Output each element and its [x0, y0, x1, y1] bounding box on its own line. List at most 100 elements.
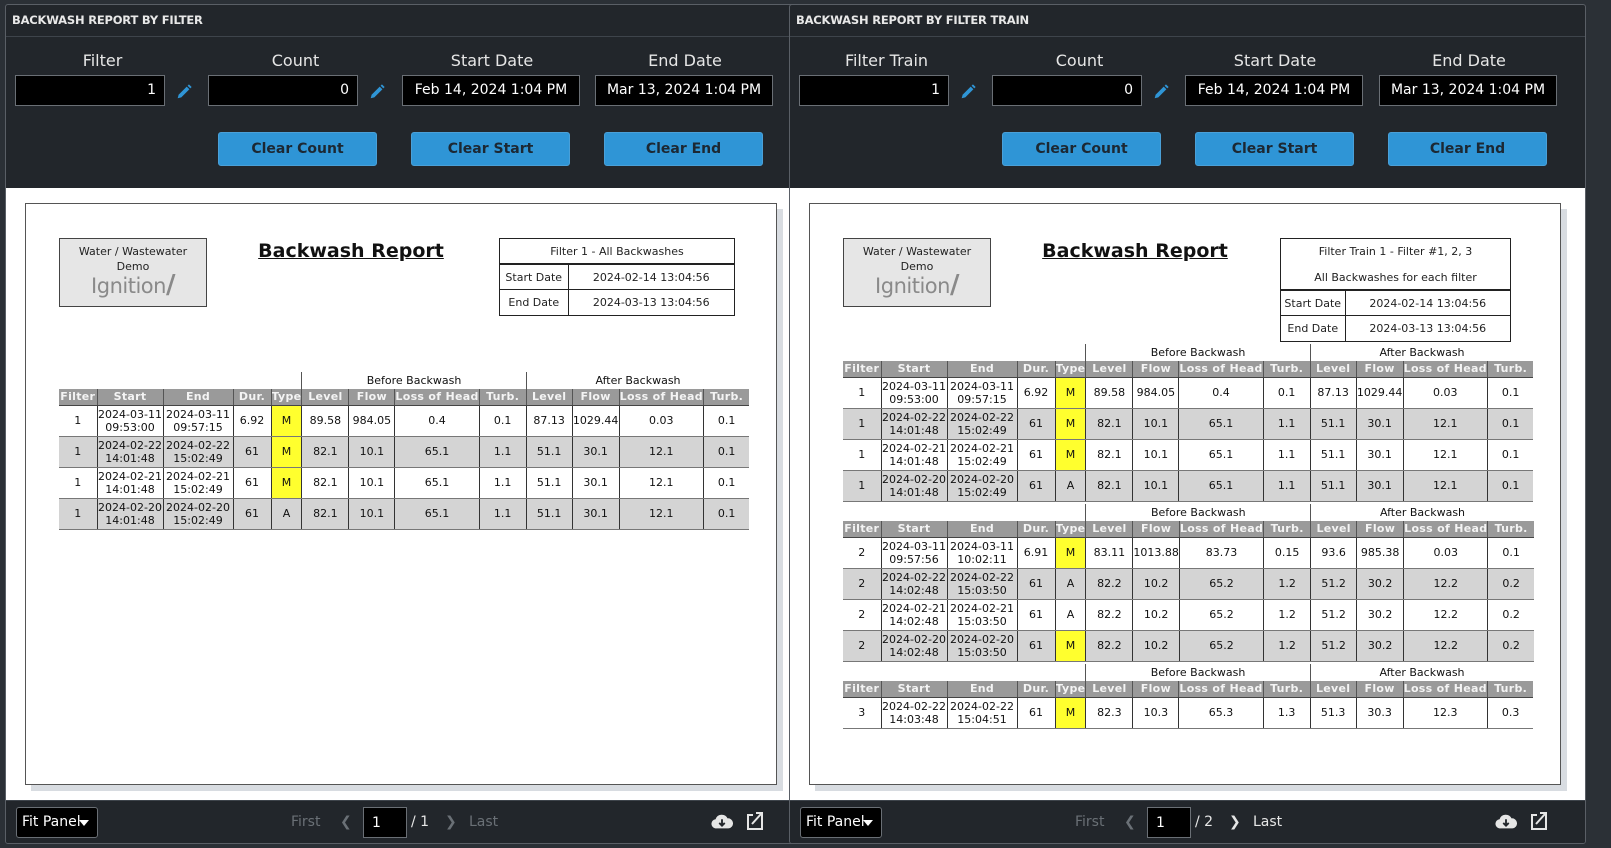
count-input[interactable]: 0	[208, 75, 358, 106]
zoom-mode-dropdown[interactable]: Fit Panel	[800, 807, 882, 838]
open-external-icon[interactable]	[1530, 811, 1548, 831]
count-input[interactable]: 0	[992, 75, 1142, 106]
filter-cell: 2	[843, 537, 881, 569]
clear-count-button[interactable]: Clear Count	[1002, 132, 1161, 166]
end-cell: 2024-03-11 09:57:15	[946, 377, 1017, 409]
start-cell-time: 14:03:48	[889, 712, 939, 726]
page-input[interactable]: 1	[363, 807, 407, 838]
filter-cell: 2	[843, 630, 881, 662]
column-header: Turb.	[1486, 361, 1534, 378]
after-loss-of-head-cell: 0.03	[618, 405, 704, 437]
page-input[interactable]: 1	[1147, 807, 1191, 838]
before-flow-cell: 10.2	[1132, 630, 1180, 662]
filter-cell: 1	[59, 467, 97, 499]
start-date-input[interactable]: Feb 14, 2024 1:04 PM	[402, 75, 580, 106]
open-external-icon[interactable]	[746, 811, 764, 831]
after-turbidity-cell: 0.1	[702, 436, 750, 468]
before-loss-of-head-cell: 65.2	[1178, 599, 1264, 631]
column-header: Turb.	[1487, 521, 1534, 538]
clear-end-button[interactable]: Clear End	[1388, 132, 1547, 166]
end-cell-date: 2024-02-21	[166, 469, 230, 483]
prev-page-icon[interactable]: ❮	[340, 807, 352, 838]
after-loss-of-head-cell: 12.1	[1402, 408, 1488, 440]
table-row: 1 2024-03-11 09:53:00 2024-03-11 09:57:15 6.9…	[59, 405, 750, 437]
filter-train-label: Filter Train	[844, 51, 929, 70]
logo-line2: Demo	[900, 260, 934, 273]
after-loss-of-head-cell: 12.1	[1402, 439, 1488, 471]
table-row: 2 2024-02-21 14:02:48 2024-02-21 15:03:50 61 A…	[843, 599, 1534, 631]
filter-train-input[interactable]: 1	[799, 75, 949, 106]
end-date-value: 2024-03-13 13:04:56	[1344, 315, 1510, 341]
before-flow-cell: 984.05	[1132, 377, 1179, 409]
end-cell: 2024-02-21 15:03:50	[946, 599, 1017, 631]
end-date-input[interactable]: Mar 13, 2024 1:04 PM	[1379, 75, 1557, 106]
start-cell: 2024-03-11 09:53:00	[96, 405, 163, 437]
first-page-button[interactable]: First	[291, 807, 320, 838]
download-icon[interactable]	[1495, 813, 1517, 831]
before-loss-of-head-cell: 0.4	[1178, 377, 1264, 409]
filter-input[interactable]: 1	[15, 75, 165, 106]
end-cell-time: 09:57:15	[173, 420, 223, 434]
before-loss-of-head-cell: 65.2	[1178, 568, 1264, 600]
column-header: Dur.	[1016, 521, 1055, 538]
pencil-icon[interactable]	[959, 83, 977, 101]
before-level-cell: 82.2	[1085, 599, 1133, 631]
download-icon[interactable]	[711, 813, 733, 831]
last-page-button[interactable]: Last	[1253, 807, 1282, 838]
column-header: Level	[1310, 521, 1357, 538]
start-date-input[interactable]: Feb 14, 2024 1:04 PM	[1185, 75, 1363, 106]
after-turbidity-cell: 0.3	[1486, 697, 1534, 729]
page-total: / 2	[1195, 814, 1214, 830]
ignition-logo: Water / Wastewater Demo Ignition/	[843, 238, 991, 307]
after-turbidity-cell: 0.1	[1487, 537, 1534, 569]
clear-count-button[interactable]: Clear Count	[218, 132, 377, 166]
zoom-mode-dropdown[interactable]: Fit Panel	[16, 807, 98, 838]
before-flow-cell: 1013.88	[1132, 537, 1180, 569]
pencil-icon[interactable]	[368, 83, 386, 101]
report-viewer[interactable]: Water / Wastewater Demo Ignition/ Backwa…	[6, 188, 799, 803]
after-turbidity-cell: 0.1	[1486, 470, 1534, 502]
last-page-button[interactable]: Last	[469, 807, 498, 838]
first-page-button[interactable]: First	[1075, 807, 1104, 838]
before-level-cell: 83.11	[1085, 537, 1133, 569]
clear-end-button[interactable]: Clear End	[604, 132, 763, 166]
after-turbidity-cell: 0.1	[1486, 377, 1534, 409]
prev-page-icon[interactable]: ❮	[1124, 807, 1136, 838]
start-cell-time: 14:01:48	[105, 451, 155, 465]
end-cell-date: 2024-02-22	[950, 570, 1014, 584]
end-cell-time: 15:02:49	[173, 482, 223, 496]
start-cell-date: 2024-02-22	[882, 570, 946, 584]
after-level-cell: 51.2	[1310, 630, 1357, 662]
before-turbidity-cell: 0.1	[1262, 377, 1311, 409]
end-cell-date: 2024-02-22	[166, 438, 230, 452]
start-cell: 2024-02-20 14:01:48	[96, 498, 163, 530]
end-cell: 2024-02-20 15:03:50	[946, 630, 1017, 662]
before-level-cell: 82.2	[1085, 630, 1133, 662]
before-turbidity-cell: 1.2	[1263, 630, 1311, 662]
start-cell-time: 14:02:48	[889, 614, 939, 628]
logo-mark-icon: /	[165, 270, 176, 300]
info-heading: Filter Train 1 - Filter #1, 2, 3	[1318, 245, 1473, 258]
table-row: 1 2024-02-22 14:01:48 2024-02-22 15:02:49 61 M…	[843, 408, 1534, 440]
start-cell-date: 2024-02-21	[98, 469, 162, 483]
before-level-cell: 82.1	[1085, 408, 1133, 440]
report-viewer[interactable]: Water / Wastewater Demo Ignition/ Backwa…	[790, 188, 1585, 803]
before-turbidity-cell: 1.1	[478, 467, 527, 499]
pencil-icon[interactable]	[1152, 83, 1170, 101]
end-cell-time: 15:02:49	[173, 451, 223, 465]
clear-start-button[interactable]: Clear Start	[411, 132, 570, 166]
column-header: End	[946, 521, 1017, 538]
filter-cell: 1	[843, 439, 881, 471]
start-cell: 2024-02-22 14:01:48	[96, 436, 163, 468]
table-row: 1 2024-02-20 14:01:48 2024-02-20 15:02:49 61 A…	[843, 470, 1534, 502]
next-page-icon[interactable]: ❯	[445, 807, 457, 838]
start-date-label: Start Date	[450, 51, 534, 70]
pencil-icon[interactable]	[175, 83, 193, 101]
start-date-label: Start Date	[500, 264, 569, 290]
end-date-input[interactable]: Mar 13, 2024 1:04 PM	[595, 75, 773, 106]
before-flow-cell: 10.1	[348, 467, 395, 499]
next-page-icon[interactable]: ❯	[1229, 807, 1241, 838]
end-cell-time: 15:03:50	[957, 614, 1007, 628]
clear-start-button[interactable]: Clear Start	[1195, 132, 1354, 166]
table-row: 1 2024-02-22 14:01:48 2024-02-22 15:02:49 61 M…	[59, 436, 750, 468]
